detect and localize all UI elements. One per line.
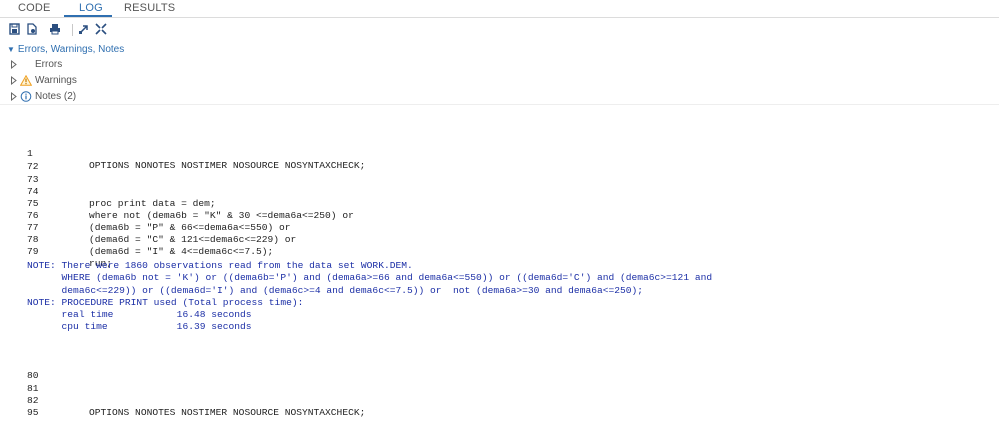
log-line: 1 OPTIONS NONOTES NOSTIMER NOSOURCE NOSY… [0,136,365,171]
line-number: 79 [27,246,39,257]
tree-item-label: Notes (2) [35,91,77,102]
line-number: 77 [27,222,39,233]
log-code: (dema6b = "P" & 66<=dema6a<=550) or [89,222,291,233]
expand-icon[interactable] [78,23,90,35]
note-line: WHERE (dema6b not = 'K') or ((dema6b='P'… [27,272,713,283]
log-code: (dema6d = "C" & 121<=dema6c<=229) or [89,234,297,245]
log-line: 72 [0,149,39,172]
collapsed-caret-icon [11,92,17,101]
log-line: 82 OPTIONS NONOTES NOSTIMER NOSOURCE NOS… [0,383,365,418]
note-line: real time 16.48 seconds [27,309,252,320]
line-number: 82 [27,395,39,406]
collapsed-caret-icon [11,60,17,69]
info-icon [20,91,32,102]
note-line: dema6c<=229)) or ((dema6d='I') and (dema… [27,285,644,296]
log-line: 78 (dema6d = "I" & 4<=dema6c<=7.5); [0,222,273,257]
log-line: 74 proc print data = dem; [0,174,216,209]
line-number: 81 [27,383,39,394]
tab-results[interactable]: RESULTS [124,2,175,14]
line-number: 73 [27,174,39,185]
log-line: 76 (dema6b = "P" & 66<=dema6a<=550) or [0,198,291,233]
log-line: 77 (dema6d = "C" & 121<=dema6c<=229) or [0,210,296,245]
active-tab-indicator [64,15,112,17]
tree-item-notes[interactable]: Notes (2) [10,91,76,102]
note-line: NOTE: PROCEDURE PRINT used (Total proces… [27,297,304,308]
line-number: 72 [27,161,39,172]
tab-bar: CODE LOG RESULTS [0,0,999,18]
line-number: 95 [27,407,39,418]
log-code: OPTIONS NONOTES NOSTIMER NOSOURCE NOSYNT… [89,160,366,171]
save-log-icon[interactable] [9,23,21,35]
log-line: 81 [0,371,39,394]
log-code: where not (dema6b = "K" & 30 <=dema6a<=2… [89,210,354,221]
log-line: 75 where not (dema6b = "K" & 30 <=dema6a… [0,186,354,221]
tree-item-label: Warnings [35,75,77,86]
collapsed-caret-icon [11,76,17,85]
line-number: 1 [27,148,33,159]
note-line: cpu time 16.39 seconds [27,321,252,332]
tree-item-warnings[interactable]: Warnings [10,75,77,86]
line-number: 75 [27,198,39,209]
log-line: 95 [0,395,39,418]
expanded-triangle-icon: ▼ [7,45,15,54]
log-code: proc print data = dem; [89,198,216,209]
panel-divider [0,104,999,105]
line-number: 74 [27,186,39,197]
errors-warnings-notes-header[interactable]: ▼ Errors, Warnings, Notes [7,44,124,55]
collapse-icon[interactable] [95,23,107,35]
log-code: OPTIONS NONOTES NOSTIMER NOSOURCE NOSYNT… [89,407,366,418]
line-number: 78 [27,234,39,245]
warning-icon [20,75,32,86]
tree-item-errors[interactable]: Errors [10,59,62,70]
toolbar-separator [72,24,73,36]
log-line: 79 run; [0,234,112,269]
tab-log[interactable]: LOG [79,2,103,14]
line-number: 80 [27,370,39,381]
export-log-icon[interactable] [26,23,38,35]
tree-item-label: Errors [35,59,63,70]
log-line: 73 [0,162,39,185]
note-line: NOTE: There were 1860 observations read … [27,260,413,271]
log-code: (dema6d = "I" & 4<=dema6c<=7.5); [89,246,274,257]
print-icon[interactable] [49,23,61,35]
tree-header-label: Errors, Warnings, Notes [17,44,125,55]
log-line: 80 [0,358,39,381]
line-number: 76 [27,210,39,221]
tab-code[interactable]: CODE [18,2,51,14]
